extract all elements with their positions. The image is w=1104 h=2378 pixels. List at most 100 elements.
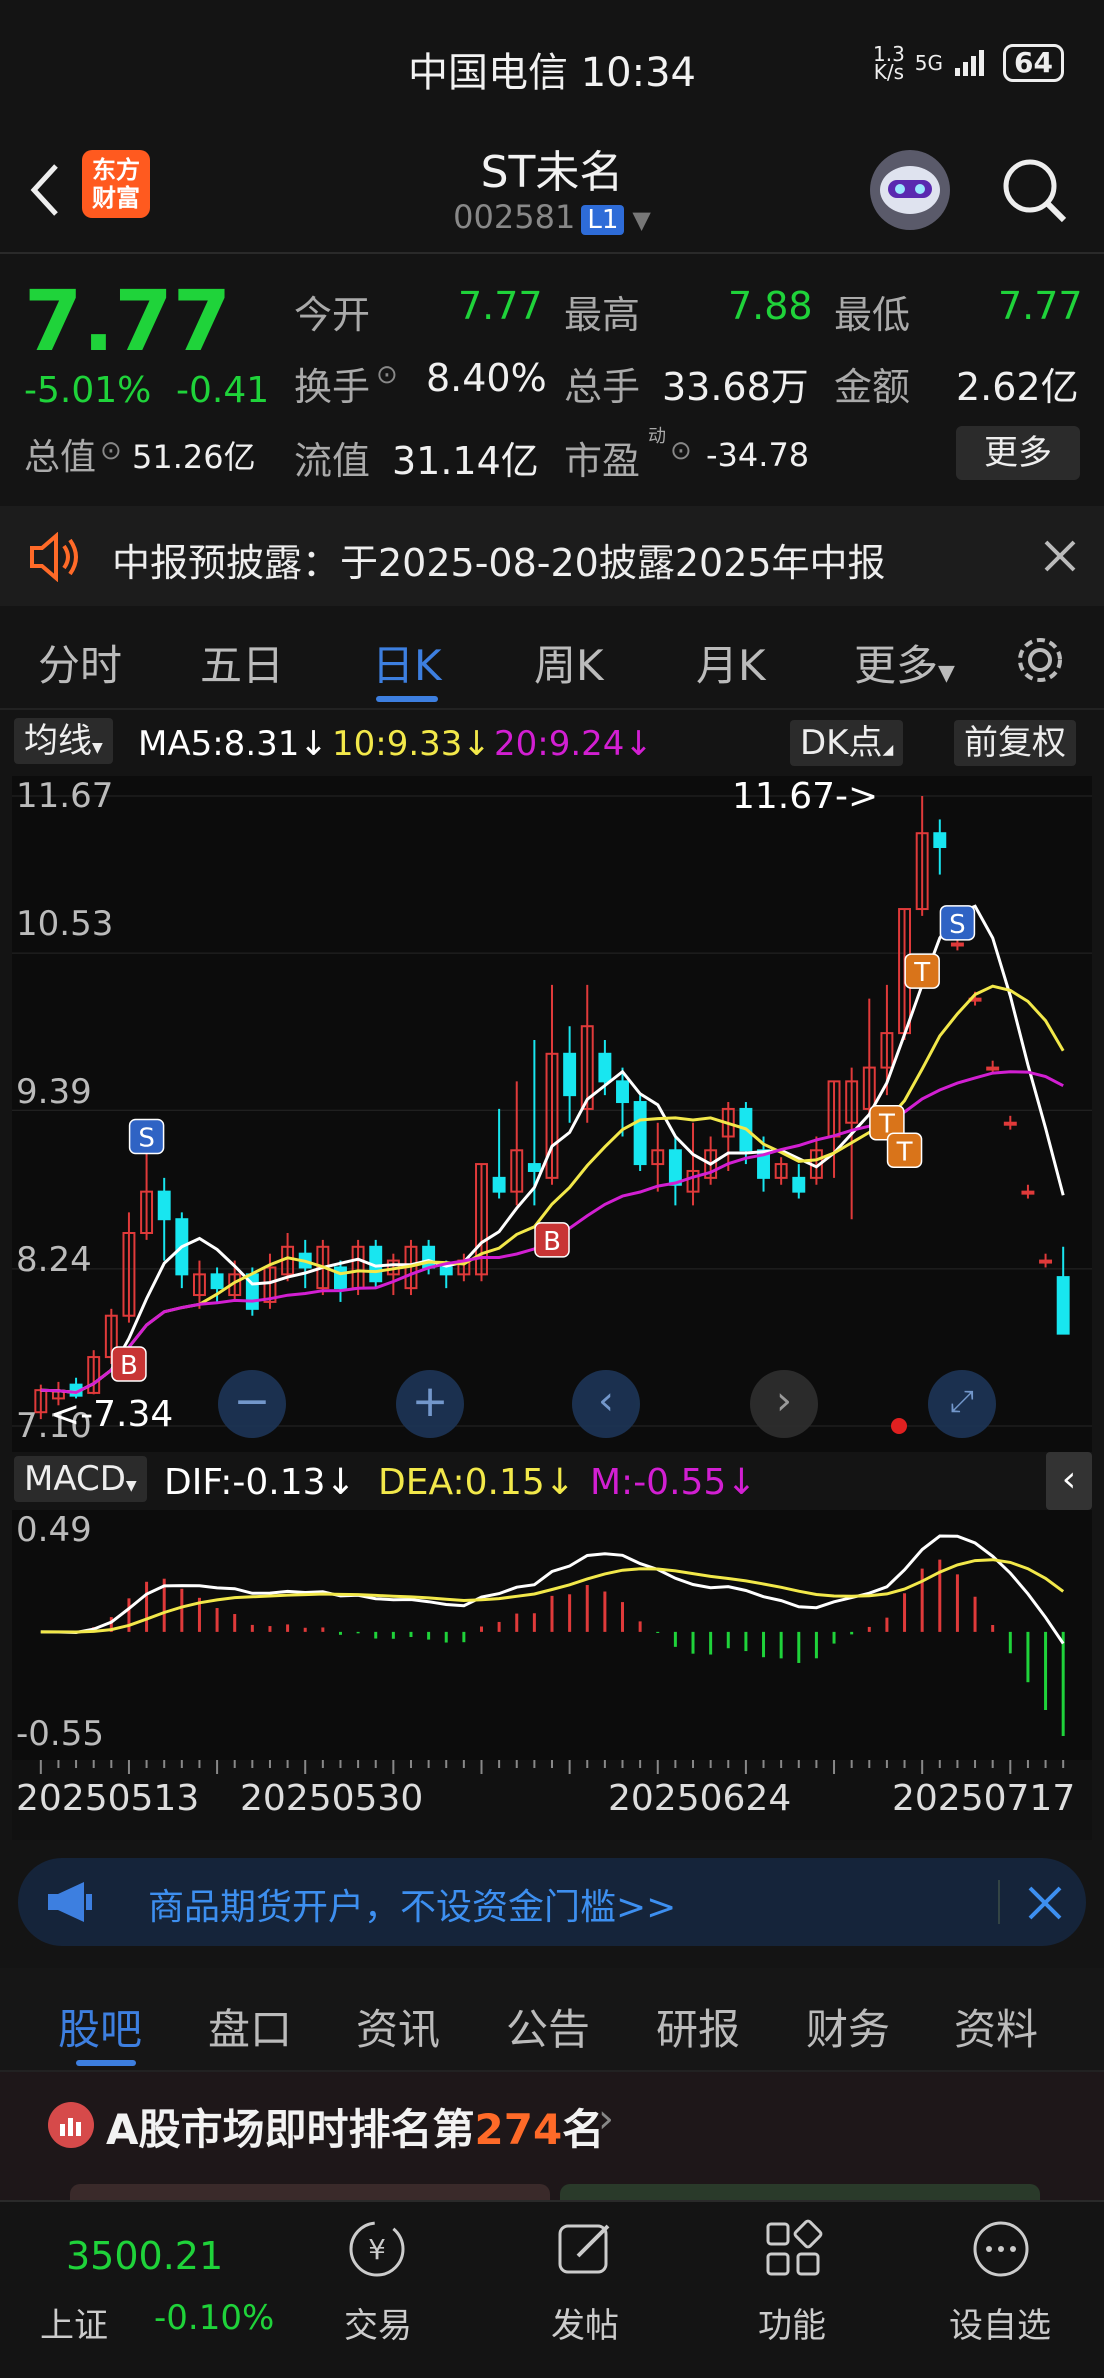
min-price-label: <-7.34 [50, 1394, 174, 1435]
macd-select-label: MACD [24, 1459, 126, 1499]
zoom-out-button[interactable]: − [218, 1370, 286, 1438]
index-name[interactable]: 上证 [40, 2298, 108, 2347]
chevron-right-icon: › [598, 2096, 614, 2142]
candle-body [792, 1176, 806, 1193]
tab-more-label: 更多 [854, 641, 939, 690]
apps-icon[interactable] [760, 2216, 826, 2282]
low-label: 最低 [834, 293, 911, 337]
volume-value: 33.68万 [662, 365, 809, 409]
candle-body [986, 1066, 1000, 1071]
megaphone-icon [48, 1882, 92, 1922]
float-value: 31.14亿 [392, 439, 539, 483]
scroll-left-button[interactable]: ‹ [572, 1370, 640, 1438]
chevron-down-icon: ▼ [632, 206, 651, 234]
info-icon[interactable]: ⊙ [100, 436, 122, 466]
tab-more[interactable]: 更多▼ [854, 632, 955, 693]
macd-y-bottom: -0.55 [16, 1714, 104, 1754]
tab-news[interactable]: 资讯 [356, 1996, 440, 2057]
tab-research[interactable]: 研报 [656, 1996, 740, 2057]
macd-chart[interactable]: 0.49 -0.55 [12, 1510, 1092, 1760]
ma-select-button[interactable]: 均线▼ [14, 718, 113, 764]
change-pct: -5.01% [24, 370, 152, 411]
info-icon[interactable]: ⊙ [376, 360, 398, 390]
date-label: 20250717 [892, 1778, 1076, 1819]
ma10-value: 10:9.33↓ [332, 724, 491, 764]
low-value: 7.77 [998, 284, 1083, 328]
candle-body [1021, 1190, 1035, 1195]
fullscreen-button[interactable]: ⤢ [928, 1370, 996, 1438]
max-price-label: 11.67-> [732, 776, 879, 817]
candle-body [439, 1266, 453, 1276]
macd-y-top: 0.49 [16, 1510, 92, 1550]
chart-period-tabs: 分时 五日 日K 周K 月K 更多▼ [0, 608, 1104, 710]
quote-panel: 7.77 -5.01% -0.41 总值 ⊙ 51.26亿 今开 7.77 最高… [0, 254, 1104, 504]
search-icon[interactable] [1000, 156, 1070, 226]
candle-body [334, 1266, 347, 1290]
tab-daily-k[interactable]: 日K [372, 632, 442, 693]
y-label: 9.39 [16, 1072, 92, 1112]
tab-intraday[interactable]: 分时 [38, 632, 122, 693]
tab-finance[interactable]: 财务 [806, 1996, 890, 2057]
network-type: 5G [914, 51, 944, 75]
m-value: M:-0.55↓ [590, 1462, 757, 1503]
notice-banner[interactable]: 中报预披露：于2025-08-20披露2025年中报 [0, 506, 1104, 606]
tab-profile[interactable]: 资料 [954, 1996, 1038, 2057]
battery-icon: 64 [1003, 44, 1064, 82]
mktcap-value: 51.26亿 [132, 438, 256, 476]
y-label: 8.24 [16, 1240, 92, 1280]
scroll-right-button[interactable]: › [750, 1370, 818, 1438]
market-rank-card[interactable]: A股市场即时排名第274名 › [0, 2072, 1104, 2204]
candle-body [933, 832, 947, 849]
more-icon[interactable] [968, 2216, 1034, 2282]
nav-add-watchlist[interactable]: 设自选 [920, 2298, 1080, 2347]
nav-post[interactable]: 发帖 [505, 2298, 665, 2347]
candle-body [598, 1052, 612, 1083]
dk-point-button[interactable]: DK点◢ [790, 720, 904, 766]
index-change: -0.10% [154, 2298, 275, 2338]
stock-code-text: 002581 [453, 198, 576, 236]
info-icon[interactable]: ⊙ [670, 436, 692, 466]
index-value[interactable]: 3500.21 [66, 2234, 223, 2278]
more-button[interactable]: 更多 [956, 426, 1080, 480]
dk-point-label: DK点 [800, 723, 883, 763]
dif-value: DIF:-0.13↓ [164, 1462, 356, 1503]
kline-canvas: SBBTTTS [12, 795, 1092, 1434]
collapse-panel-button[interactable]: ‹ [1046, 1452, 1092, 1510]
open-value: 7.77 [458, 284, 543, 328]
robot-icon [880, 166, 940, 214]
candle-body [1003, 1121, 1017, 1126]
bottom-navigation: 3500.21 上证 -0.10% ¥ 交易 发帖 功能 设自选 [0, 2200, 1104, 2378]
change-abs: -0.41 [176, 370, 270, 411]
tab-five-day[interactable]: 五日 [200, 632, 284, 693]
divider [998, 1880, 1000, 1924]
nav-functions[interactable]: 功能 [712, 2298, 872, 2347]
macd-select-button[interactable]: MACD▼ [14, 1456, 147, 1502]
tab-weekly-k[interactable]: 周K [534, 632, 604, 693]
ad-banner[interactable]: 商品期货开户，不设资金门槛>> [18, 1858, 1086, 1946]
tab-announcements[interactable]: 公告 [506, 1996, 590, 2057]
avatar[interactable] [870, 150, 950, 230]
zoom-in-button[interactable]: + [396, 1370, 464, 1438]
trade-icon[interactable]: ¥ [344, 2216, 410, 2282]
post-icon[interactable] [552, 2216, 618, 2282]
close-icon[interactable] [1040, 536, 1080, 576]
close-icon[interactable] [1026, 1884, 1064, 1922]
date-label: 20250530 [240, 1778, 424, 1819]
nav-trade[interactable]: 交易 [298, 2298, 458, 2347]
active-tab-indicator [376, 696, 438, 702]
corner-triangle-icon: ◢ [882, 742, 894, 758]
tab-guba[interactable]: 股吧 [58, 1996, 142, 2057]
rank-text: A股市场即时排名第274名 [106, 2096, 604, 2157]
caret-down-icon: ▼ [125, 1478, 137, 1494]
gear-icon[interactable] [1012, 632, 1068, 688]
content-tabs: 股吧 盘口 资讯 公告 研报 财务 资料 [0, 1968, 1104, 2072]
rank-icon [48, 2102, 94, 2148]
y-label: 10.53 [16, 904, 114, 944]
open-label: 今开 [294, 293, 371, 337]
tab-pankou[interactable]: 盘口 [208, 1996, 292, 2057]
take-marker-label: T [896, 1137, 913, 1167]
kline-chart[interactable]: SBBTTTS 11.67 10.53 9.39 8.24 7.10 11.67… [12, 776, 1092, 1452]
tab-monthly-k[interactable]: 月K [696, 632, 766, 693]
mktcap-label: 总值 [24, 437, 97, 478]
forward-adjust-button[interactable]: 前复权 [954, 720, 1076, 766]
